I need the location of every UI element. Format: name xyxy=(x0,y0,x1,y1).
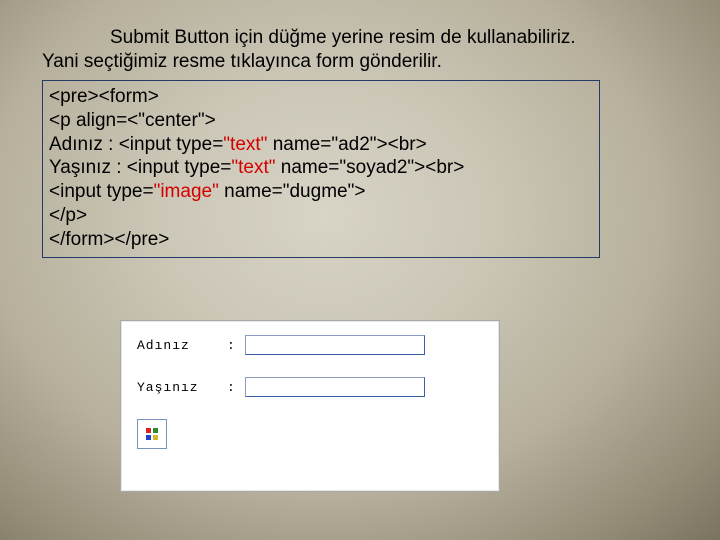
colon-yas: : xyxy=(227,380,235,395)
intro-text: Submit Button için düğme yerine resim de… xyxy=(42,26,682,74)
image-submit-button[interactable] xyxy=(137,419,167,449)
code-line-2: <p align=<"center"> xyxy=(49,109,593,133)
code-line-4: Yaşınız : <input type="text" name="soyad… xyxy=(49,156,593,180)
code-line-6: </p> xyxy=(49,204,593,228)
form-preview-panel: Adınız : Yaşınız : xyxy=(120,320,500,492)
code-line-5: <input type="image" name="dugme"> xyxy=(49,180,593,204)
code-box: <pre><form> <p align=<"center"> Adınız :… xyxy=(42,80,600,258)
label-ad: Adınız xyxy=(137,338,217,353)
input-ad[interactable] xyxy=(245,335,425,355)
form-row-yas: Yaşınız : xyxy=(137,377,483,397)
input-yas[interactable] xyxy=(245,377,425,397)
colon-ad: : xyxy=(227,338,235,353)
intro-line-1: Submit Button için düğme yerine resim de… xyxy=(42,26,682,50)
code-line-7: </form></pre> xyxy=(49,228,593,252)
intro-line-2: Yani seçtiğimiz resme tıklayınca form gö… xyxy=(42,50,682,74)
form-row-ad: Adınız : xyxy=(137,335,483,355)
code-line-3: Adınız : <input type="text" name="ad2"><… xyxy=(49,133,593,157)
broken-image-icon xyxy=(144,426,160,442)
label-yas: Yaşınız xyxy=(137,380,217,395)
code-line-1: <pre><form> xyxy=(49,85,593,109)
